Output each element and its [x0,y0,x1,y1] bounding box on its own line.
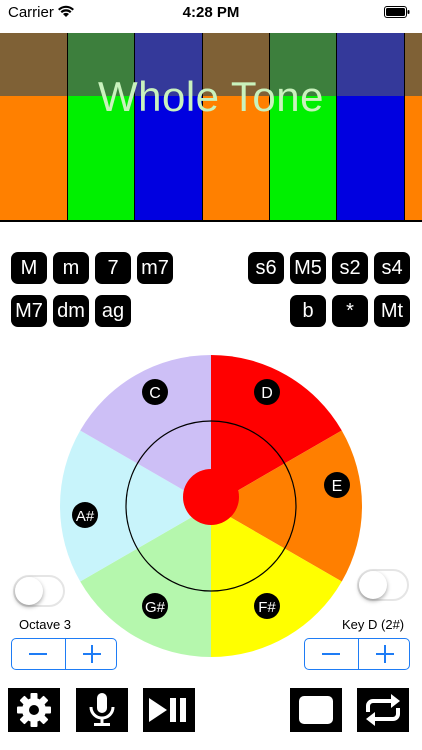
svg-text:D: D [261,385,273,402]
key-decrement-button[interactable] [305,639,357,669]
svg-text:C: C [149,385,161,402]
octave-decrement-button[interactable] [12,639,64,669]
play-pause-button[interactable] [143,688,195,732]
octave-increment-button[interactable] [65,639,118,669]
note-wheel[interactable]: C D E F# G# A# [60,355,362,657]
status-bar: Carrier 4:28 PM [0,0,422,26]
key-toggle[interactable] [357,569,409,601]
chord-button-m5[interactable]: M5 [290,252,326,284]
chord-button-s4[interactable]: s4 [374,252,410,284]
clock: 4:28 PM [182,4,240,21]
chord-button-minor[interactable]: m [53,252,89,284]
svg-text:G#: G# [145,599,166,616]
minus-icon [322,653,340,655]
chord-button-seventh[interactable]: 7 [95,252,131,284]
settings-button[interactable] [8,688,60,732]
repeat-button[interactable] [357,688,409,732]
window-button[interactable] [290,688,342,732]
scale-title: Whole Tone [97,73,325,120]
note-label-e[interactable]: E [324,472,350,498]
roll-column[interactable] [135,33,203,221]
roll-column[interactable] [270,33,337,221]
chord-button-b[interactable]: b [290,295,326,327]
roll-column[interactable] [337,33,405,221]
roll-column[interactable] [203,33,270,221]
chord-button-mt[interactable]: Mt [374,295,410,327]
microphone-button[interactable] [76,688,128,732]
svg-text:F#: F# [258,599,276,616]
note-label-c[interactable]: C [142,379,168,405]
key-increment-button[interactable] [358,639,411,669]
octave-label: Octave 3 [19,617,72,632]
minus-icon [29,653,47,655]
roll-column[interactable] [67,33,135,221]
chord-button-augmented[interactable]: ag [95,295,131,327]
roll-divider [0,220,422,222]
scale-roll[interactable]: Whole Tone [0,33,422,221]
chord-button-s6[interactable]: s6 [248,252,284,284]
svg-text:A#: A# [76,508,95,525]
chord-button-minor-seventh[interactable]: m7 [137,252,173,284]
chord-button-s2[interactable]: s2 [332,252,368,284]
battery-icon [384,6,410,18]
note-label-a-sharp[interactable]: A# [72,502,98,528]
note-label-d[interactable]: D [254,379,280,405]
chord-button-major[interactable]: M [11,252,47,284]
roll-column[interactable] [405,33,422,221]
octave-toggle[interactable] [13,575,65,607]
key-stepper[interactable] [304,638,410,670]
square-icon [299,696,333,724]
chord-button-diminished[interactable]: dm [53,295,89,327]
note-label-g-sharp[interactable]: G# [142,593,168,619]
chord-button-star[interactable]: * [332,295,368,327]
svg-text:E: E [332,478,343,495]
microphone-icon [89,693,115,726]
gear-icon [17,693,51,727]
roll-column[interactable] [0,33,67,221]
play-pause-icon [149,698,186,722]
toggle-knob [359,571,387,599]
center-dot[interactable] [183,469,239,525]
chord-button-major-seventh[interactable]: M7 [11,295,47,327]
note-label-f-sharp[interactable]: F# [254,593,280,619]
repeat-icon [366,694,400,726]
toggle-knob [15,577,43,605]
key-label: Key D (2#) [342,617,405,632]
octave-stepper[interactable] [11,638,117,670]
